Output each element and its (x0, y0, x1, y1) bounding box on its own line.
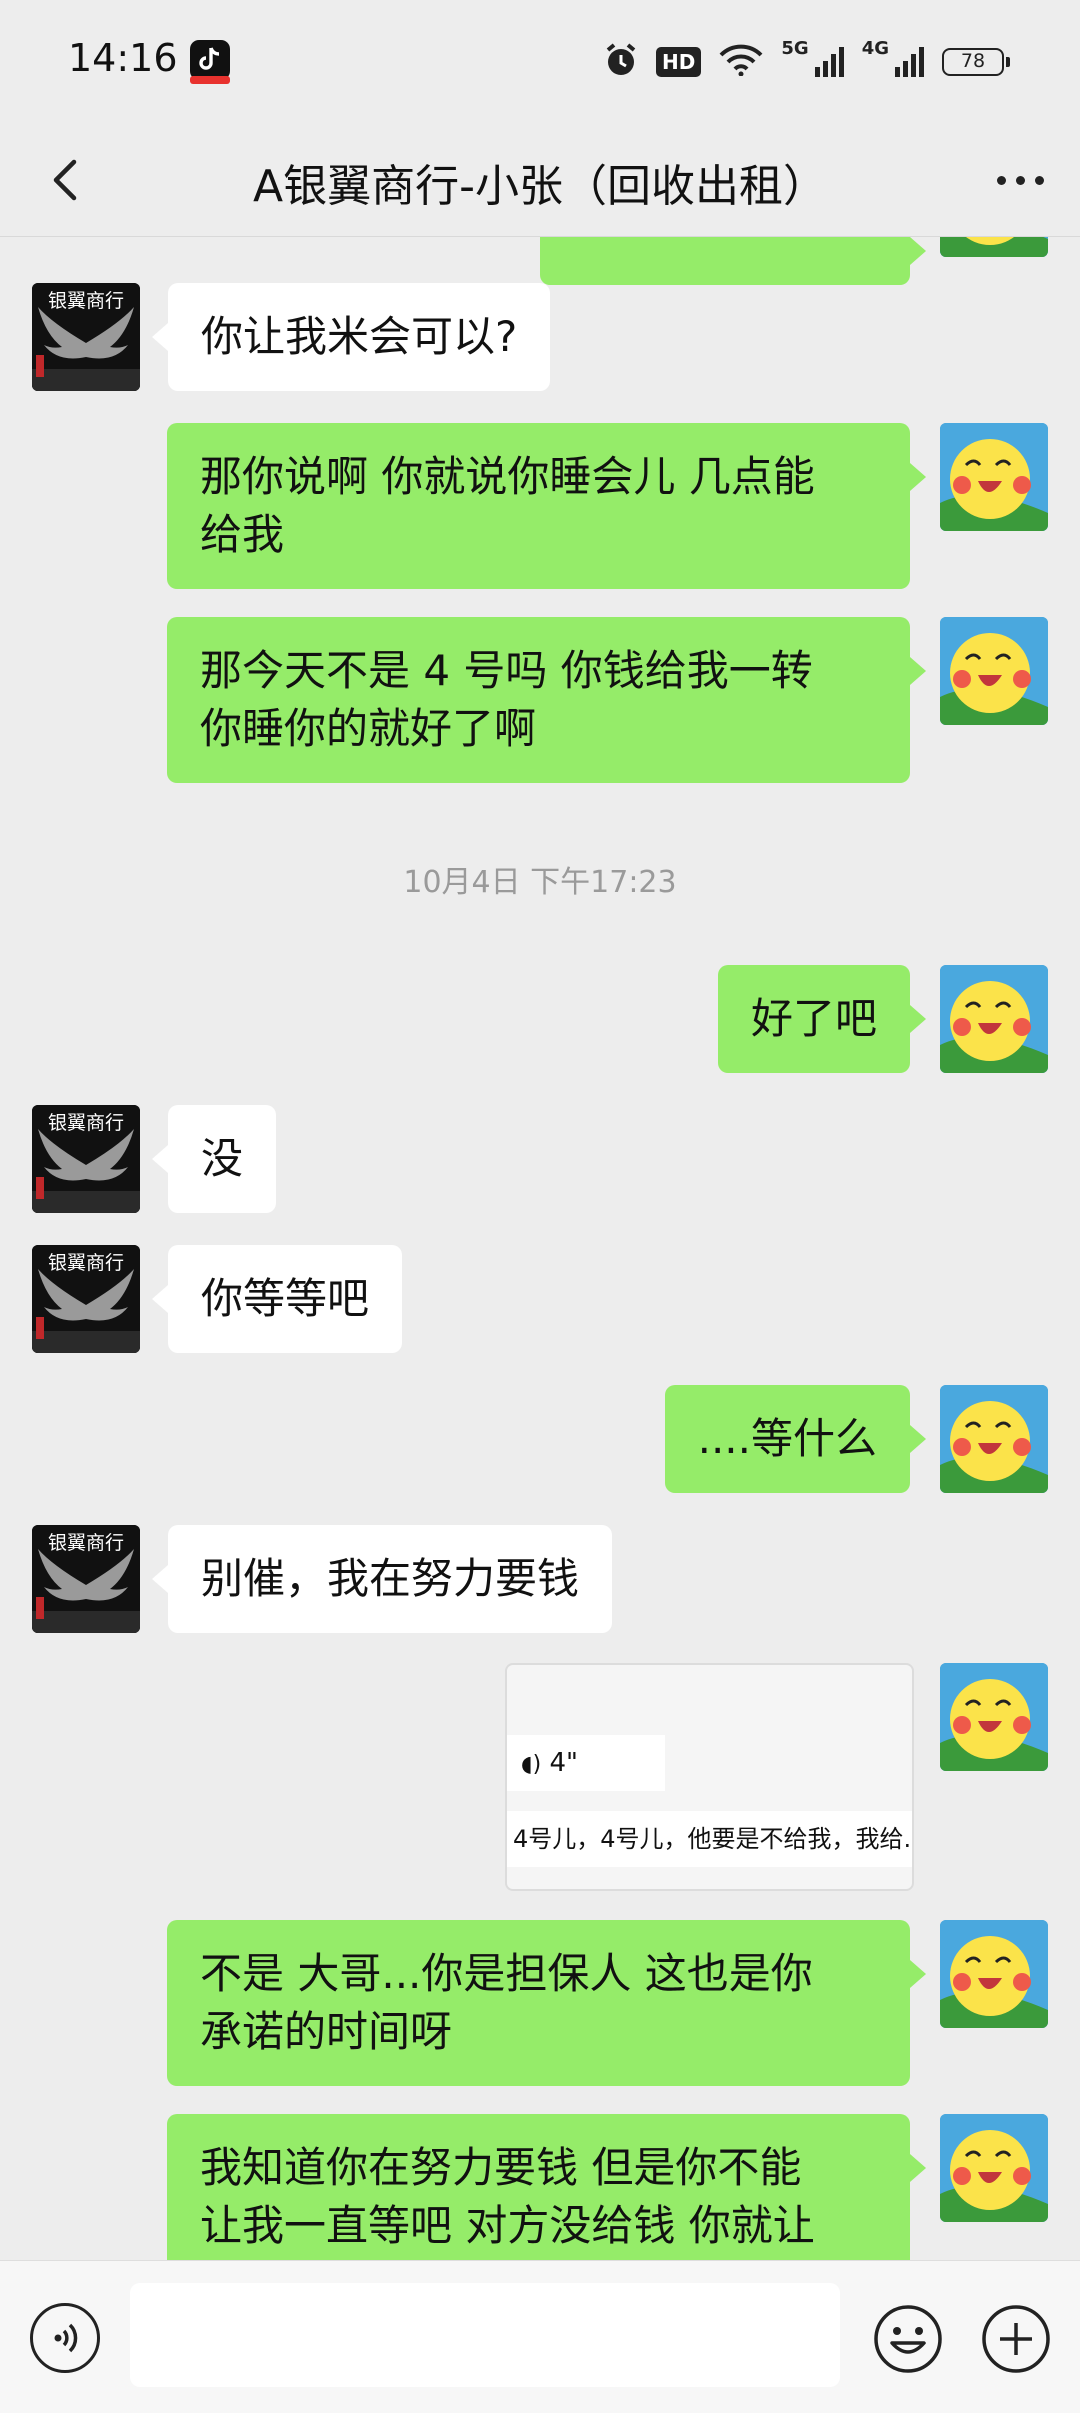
avatar-label: 银翼商行 (47, 1532, 124, 1554)
avatar-self[interactable] (940, 423, 1048, 531)
message-line: 我知道你在努力要钱 但是你不能 (200, 2143, 802, 2192)
avatar-self[interactable] (940, 2114, 1048, 2222)
message-line: 不是 大哥...你是担保人 这也是你 (200, 1949, 813, 1998)
5g-label: 5G (781, 38, 809, 59)
avatar-other[interactable]: 银翼商行 (32, 1105, 140, 1213)
voice-icon (54, 2323, 78, 2353)
message-bubble[interactable]: 你让我米会可以? (151, 283, 551, 391)
avatar-label: 银翼商行 (47, 1112, 124, 1134)
message-bubble[interactable]: 别催，我在努力要钱 (151, 1525, 613, 1633)
status-bar: 14:16 HD 5G 4G 78 (0, 0, 1080, 124)
chat-title: A银翼商行-小张（回收出租） (253, 161, 827, 212)
avatar-other[interactable]: 银翼商行 (32, 1525, 140, 1633)
message-bubble-partial[interactable] (540, 237, 926, 285)
avatar-self[interactable] (940, 1385, 1048, 1493)
avatar-self[interactable] (940, 1663, 1048, 1771)
status-indicators: HD 5G 4G 78 (604, 38, 1010, 84)
message-input[interactable] (130, 2283, 840, 2387)
avatar-self[interactable] (940, 617, 1048, 725)
pikachu-avatar-icon (940, 1920, 1048, 2028)
hd-voice-badge: HD (656, 47, 702, 77)
message-line: 给我 (200, 510, 285, 559)
avatar-other[interactable]: 银翼商行 (32, 283, 140, 391)
pikachu-avatar-icon (940, 965, 1048, 1073)
battery-icon: 78 (942, 48, 1010, 76)
message-bubble[interactable]: 我知道你在努力要钱 但是你不能 让我一直等吧 对方没给钱 你就让 (167, 2114, 926, 2260)
alarm-icon (604, 42, 638, 82)
signal-4g-icon (895, 47, 924, 77)
emoji-icon (874, 2305, 942, 2373)
more-dots-icon (996, 175, 1006, 185)
4g-label: 4G (861, 38, 889, 59)
pikachu-avatar-icon (940, 2114, 1048, 2222)
pikachu-avatar-icon (940, 1385, 1048, 1493)
message-bubble[interactable]: ....等什么 (664, 1385, 927, 1493)
quoted-transcript: 4号儿，4号儿，他要是不给我，我给... (507, 1811, 912, 1867)
message-line: 你睡你的就好了啊 (200, 704, 537, 753)
quoted-voice-message: ◖) 4" (507, 1735, 665, 1791)
message-bubble[interactable]: 不是 大哥...你是担保人 这也是你 承诺的时间呀 (167, 1920, 926, 2086)
pikachu-avatar-icon (940, 1663, 1048, 1771)
voice-wave-icon: ◖) (521, 1752, 542, 1777)
avatar-other[interactable]: 银翼商行 (32, 1245, 140, 1353)
pikachu-avatar-icon (940, 423, 1048, 531)
tiktok-app-icon (190, 40, 230, 84)
timestamp: 10月4日 下午17:23 (403, 865, 677, 900)
message-bubble[interactable]: 好了吧 (717, 965, 927, 1073)
chat-header: A银翼商行-小张（回收出租） (0, 124, 1080, 237)
message-line: 那你说啊 你就说你睡会儿 几点能 (200, 452, 815, 501)
message-line: 承诺的时间呀 (200, 2007, 453, 2056)
message-line: 那今天不是 4 号吗 你钱给我一转 (200, 646, 813, 695)
avatar-label: 银翼商行 (47, 290, 124, 312)
plus-icon (982, 2305, 1050, 2373)
more-button[interactable] (988, 148, 1052, 212)
signal-5g-icon (814, 47, 844, 77)
voice-duration: 4" (549, 1748, 578, 1778)
avatar-self[interactable] (940, 237, 1048, 257)
plus-button[interactable] (980, 2303, 1052, 2375)
avatar-self[interactable] (940, 1920, 1048, 2028)
avatar-self[interactable] (940, 965, 1048, 1073)
message-bubble[interactable]: 你等等吧 (151, 1245, 403, 1353)
voice-button[interactable] (30, 2303, 100, 2373)
avatar-label: 银翼商行 (47, 1252, 124, 1274)
message-line: 让我一直等吧 对方没给钱 你就让 (200, 2201, 815, 2250)
message-bubble[interactable]: 那你说啊 你就说你睡会儿 几点能 给我 (167, 423, 926, 589)
quoted-image-card[interactable]: ◖) 4" 4号儿，4号儿，他要是不给我，我给... (505, 1663, 914, 1891)
message-list[interactable]: 银翼商行 你让我米会可以? 那你说啊 你就说你睡会儿 几点能 给我 那今天不是 … (0, 237, 1080, 2260)
wifi-icon (719, 44, 763, 80)
pikachu-avatar-icon (940, 617, 1048, 725)
input-bar (0, 2260, 1080, 2413)
emoji-button[interactable] (872, 2303, 944, 2375)
message-bubble[interactable]: 没 (151, 1105, 277, 1213)
pikachu-avatar-icon (940, 237, 1048, 257)
status-time: 14:16 (68, 36, 178, 80)
message-bubble[interactable]: 那今天不是 4 号吗 你钱给我一转 你睡你的就好了啊 (167, 617, 926, 783)
